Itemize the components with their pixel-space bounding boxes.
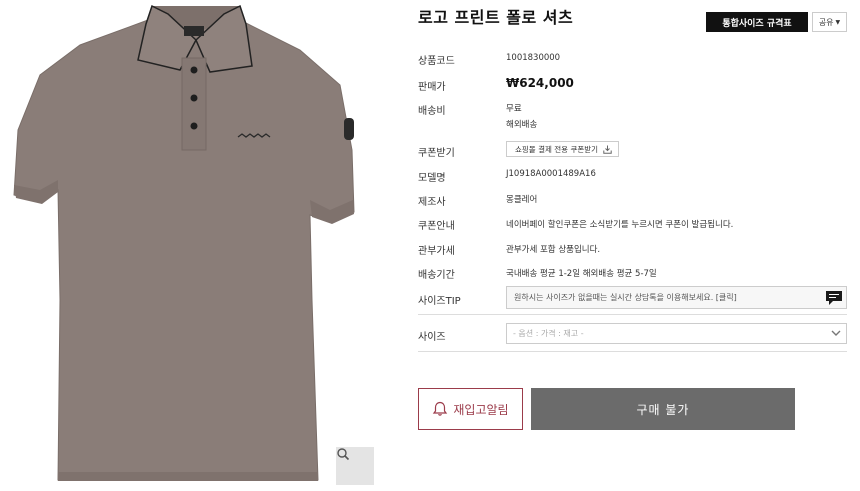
customs-value: 관부가세 포함 상품입니다. [506, 245, 601, 255]
coupon-info-label: 쿠폰안내 [418, 221, 455, 232]
size-select-placeholder: - 옵션 : 가격 : 재고 - [513, 329, 584, 338]
model-value: J10918A0001489A16 [506, 169, 596, 179]
delivery-value: 국내배송 평균 1-2일 해외배송 평균 5-7일 [506, 269, 657, 279]
magnifier-icon [337, 448, 350, 461]
customs-label: 관부가세 [418, 246, 455, 257]
delivery-label: 배송기간 [418, 270, 455, 281]
share-button[interactable]: 공유 ▼ [812, 12, 847, 32]
size-label: 사이즈 [418, 332, 446, 343]
chevron-down-icon: ▼ [835, 18, 841, 26]
coupon-info-value: 네이버페이 할인쿠폰은 소식받기를 누르시면 쿠폰이 발급됩니다. [506, 220, 734, 230]
divider [418, 314, 847, 315]
share-label: 공유 [818, 17, 834, 27]
size-chart-button[interactable]: 통합사이즈 규격표 [706, 12, 808, 32]
download-icon [603, 145, 612, 154]
buy-button[interactable]: 구매 불가 [531, 388, 795, 430]
price-label: 판매가 [418, 82, 446, 93]
chevron-down-icon [831, 330, 841, 336]
coupon-label: 쿠폰받기 [418, 148, 455, 159]
size-tip-chat-link[interactable]: 원하시는 사이즈가 없을때는 실시간 상담톡을 이용해보세요. [클릭] [506, 286, 847, 309]
shipping-type-value: 해외배송 [506, 120, 538, 130]
coupon-button-label: 쇼핑몰 결제 전용 쿠폰받기 [515, 144, 599, 154]
product-title: 로고 프린트 폴로 셔츠 [418, 8, 574, 27]
product-code-label: 상품코드 [418, 56, 455, 67]
shipping-label: 배송비 [418, 106, 446, 117]
maker-label: 제조사 [418, 197, 446, 208]
size-tip-text: 원하시는 사이즈가 없을때는 실시간 상담톡을 이용해보세요. [클릭] [514, 293, 737, 302]
restock-alert-label: 재입고알림 [453, 402, 509, 417]
chat-icon [826, 291, 842, 305]
restock-alert-button[interactable]: 재입고알림 [418, 388, 523, 430]
bell-icon [433, 401, 448, 416]
product-image [0, 0, 400, 491]
divider [418, 351, 847, 352]
price-value: ₩624,000 [506, 76, 574, 90]
size-select[interactable]: - 옵션 : 가격 : 재고 - [506, 323, 847, 344]
shipping-fee-value: 무료 [506, 104, 522, 114]
coupon-download-button[interactable]: 쇼핑몰 결제 전용 쿠폰받기 [506, 141, 620, 157]
model-label: 모델명 [418, 173, 446, 184]
polo-shirt-image [13, 4, 355, 481]
product-code-value: 1001830000 [506, 53, 561, 63]
size-tip-label: 사이즈TIP [418, 296, 461, 307]
maker-value: 몽클레어 [506, 195, 538, 205]
zoom-button[interactable] [336, 447, 374, 485]
